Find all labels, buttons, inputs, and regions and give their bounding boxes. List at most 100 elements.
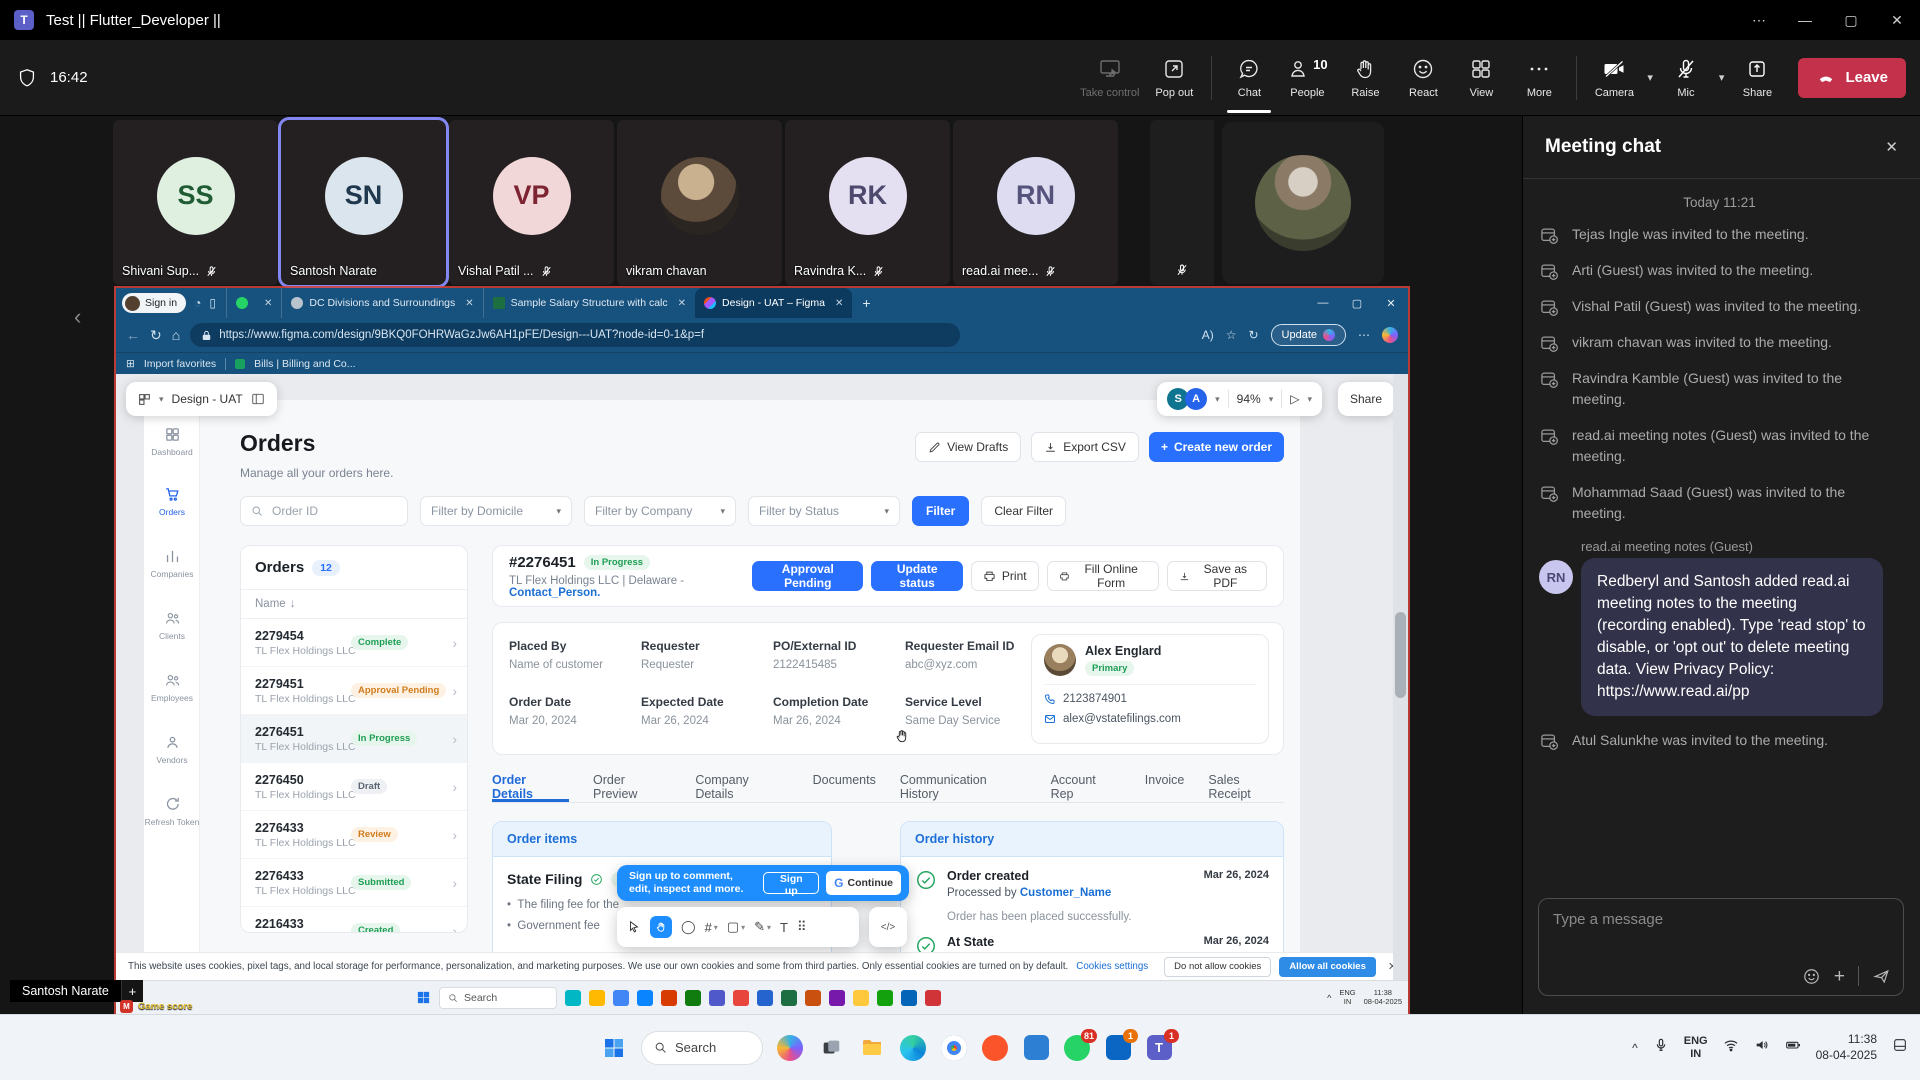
tab-close-icon[interactable]: ✕: [678, 298, 686, 309]
pen-tool-icon[interactable]: ✎▾: [754, 919, 771, 935]
chevron-down-icon[interactable]: ▾: [1269, 394, 1274, 405]
taskbar-app-icon[interactable]: [757, 990, 773, 1006]
order-list-row-selected[interactable]: 2276451TL Flex Holdings LLC In Progress …: [241, 715, 467, 763]
tab-order-preview[interactable]: Order Preview: [593, 773, 671, 802]
taskbar-app-icon[interactable]: [901, 990, 917, 1006]
tab-communication-history[interactable]: Communication History: [900, 773, 1027, 802]
present-icon[interactable]: ▷: [1290, 392, 1299, 406]
taskbar-app-icon[interactable]: [589, 990, 605, 1006]
comment-tool-icon[interactable]: ◯: [681, 919, 696, 935]
maximize-icon[interactable]: ▢: [1340, 297, 1374, 310]
shape-tool-icon[interactable]: ▢▾: [727, 919, 745, 935]
wifi-icon[interactable]: [1723, 1037, 1739, 1058]
order-list-row[interactable]: 2279451TL Flex Holdings LLC Approval Pen…: [241, 667, 467, 715]
emoji-icon[interactable]: [1802, 967, 1821, 986]
zoom-level[interactable]: 94%: [1237, 392, 1261, 406]
taskbar-app-icon[interactable]: [829, 990, 845, 1006]
mic-tray-icon[interactable]: [1653, 1037, 1669, 1058]
sidebar-item-vendors[interactable]: Vendors: [144, 734, 200, 765]
contact-email[interactable]: alex@vstatefilings.com: [1044, 713, 1256, 725]
sidebar-item-orders[interactable]: Orders: [144, 486, 200, 517]
more-button[interactable]: More: [1510, 57, 1568, 99]
task-view-icon[interactable]: [817, 1034, 845, 1062]
clock[interactable]: 11:3808-04-2025: [1364, 989, 1402, 1006]
participant-tile[interactable]: RK Ravindra K...: [785, 120, 950, 285]
raise-hand-button[interactable]: Raise: [1336, 57, 1394, 99]
cursor-tool-icon[interactable]: [627, 920, 641, 934]
chat-message-list[interactable]: Today 11:21 Tejas Ingle was invited to t…: [1523, 179, 1920, 890]
send-icon[interactable]: [1872, 967, 1891, 986]
cookies-settings-link[interactable]: Cookies settings: [1076, 961, 1148, 972]
scrollbar-thumb[interactable]: [1395, 612, 1406, 698]
clear-filter-button[interactable]: Clear Filter: [981, 496, 1066, 526]
chat-input-box[interactable]: +: [1538, 898, 1904, 996]
edge-icon[interactable]: [899, 1034, 927, 1062]
participant-tile[interactable]: RN read.ai mee...: [953, 120, 1118, 285]
tab-invoice[interactable]: Invoice: [1145, 773, 1185, 802]
collaborator-avatar[interactable]: A: [1185, 388, 1207, 410]
self-video-tile[interactable]: [1222, 122, 1384, 284]
taskbar-app-icon[interactable]: [853, 990, 869, 1006]
close-icon[interactable]: ✕: [1374, 297, 1408, 310]
tab-close-icon[interactable]: ✕: [835, 298, 843, 309]
contact-phone[interactable]: 2123874901: [1044, 693, 1256, 705]
taskbar-app-icon[interactable]: [565, 990, 581, 1006]
copilot-icon[interactable]: [776, 1034, 804, 1062]
taskbar-app-icon[interactable]: [733, 990, 749, 1006]
chevron-up-icon[interactable]: ^: [1632, 1041, 1638, 1055]
create-new-order-button[interactable]: + Create new order: [1149, 432, 1284, 462]
sidebar-item-clients[interactable]: Clients: [144, 610, 200, 641]
order-list-row[interactable]: 2276450TL Flex Holdings LLC Draft ›: [241, 763, 467, 811]
taskbar-app-icon[interactable]: [709, 990, 725, 1006]
participant-tile-partial[interactable]: [1150, 120, 1214, 285]
language-indicator[interactable]: ENGIN: [1684, 1035, 1708, 1060]
minimize-icon[interactable]: —: [1306, 297, 1340, 309]
start-button[interactable]: [600, 1034, 628, 1062]
sidebar-item-refresh-token[interactable]: Refresh Token: [144, 796, 200, 827]
read-aloud-icon[interactable]: A): [1202, 328, 1214, 342]
filter-status-select[interactable]: Filter by Status ▾: [748, 496, 900, 526]
deny-cookies-button[interactable]: Do not allow cookies: [1164, 957, 1271, 977]
teams-icon[interactable]: T 1: [1145, 1034, 1173, 1062]
participant-tile[interactable]: SS Shivani Sup...: [113, 120, 278, 285]
text-tool-icon[interactable]: T: [780, 920, 788, 935]
print-button[interactable]: Print: [971, 561, 1039, 591]
figma-menu-icon[interactable]: [138, 393, 151, 406]
order-id-search[interactable]: [240, 496, 408, 526]
attach-plus-icon[interactable]: +: [1834, 967, 1845, 986]
chevron-down-icon[interactable]: ▾: [1307, 394, 1312, 405]
taskbar-app-icon[interactable]: [805, 990, 821, 1006]
notification-center-icon[interactable]: [1892, 1037, 1908, 1058]
bookmark-link[interactable]: Bills | Billing and Co...: [254, 358, 355, 370]
battery-icon[interactable]: [1785, 1037, 1801, 1058]
mic-button[interactable]: Mic: [1657, 57, 1715, 99]
chevron-up-icon[interactable]: ^: [1327, 993, 1331, 1003]
taskbar-search[interactable]: Search: [641, 1031, 763, 1065]
address-bar[interactable]: https://www.figma.com/design/9BKQ0FOHRWa…: [190, 323, 960, 347]
filter-button[interactable]: Filter: [912, 496, 969, 526]
browser-tab[interactable]: DC Divisions and Surroundings ✕: [281, 288, 482, 318]
taskbar-search[interactable]: Search: [439, 987, 557, 1009]
taskbar-app-icon[interactable]: [637, 990, 653, 1006]
new-tab-button[interactable]: +: [862, 295, 870, 311]
tab-close-icon[interactable]: ✕: [264, 298, 272, 309]
volume-icon[interactable]: [1754, 1037, 1770, 1058]
google-continue-button[interactable]: G Continue: [826, 871, 901, 895]
order-list-row[interactable]: 2216433TL Flex Holdings LLC Created ›: [241, 907, 467, 933]
filter-company-select[interactable]: Filter by Company ▾: [584, 496, 736, 526]
tab-sales-receipt[interactable]: Sales Receipt: [1208, 773, 1284, 802]
layout-panel-icon[interactable]: [251, 392, 265, 406]
camera-options-chevron[interactable]: ▾: [1647, 71, 1653, 84]
workspaces-icon[interactable]: ◔: [194, 296, 201, 310]
camera-button[interactable]: Camera: [1585, 57, 1643, 99]
leave-button[interactable]: Leave: [1798, 58, 1906, 98]
customer-name-link[interactable]: Customer_Name: [1020, 887, 1111, 899]
browser-tab[interactable]: ✕: [226, 288, 281, 318]
save-as-pdf-button[interactable]: Save as PDF: [1167, 561, 1267, 591]
chevron-down-icon[interactable]: ▾: [1215, 394, 1220, 405]
start-button[interactable]: [416, 990, 431, 1005]
dev-mode-toggle[interactable]: </>: [869, 907, 907, 947]
browser-update-button[interactable]: Update: [1271, 324, 1346, 346]
taskbar-app-icon[interactable]: [613, 990, 629, 1006]
favorite-star-icon[interactable]: ☆: [1226, 328, 1237, 342]
